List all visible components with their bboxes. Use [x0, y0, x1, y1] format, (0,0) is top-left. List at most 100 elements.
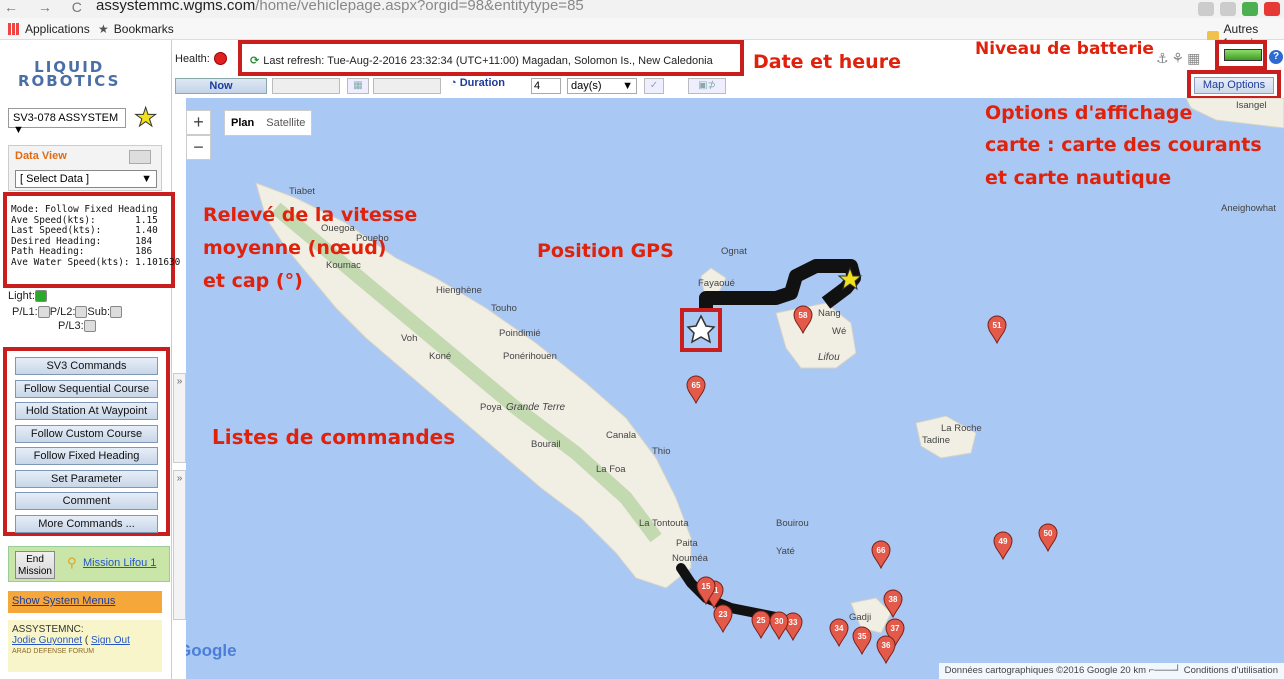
start-date-input[interactable]	[272, 78, 340, 94]
zoom-in-button[interactable]: +	[186, 110, 211, 135]
help-icon[interactable]: ?	[1269, 50, 1283, 64]
place-label: Nang	[818, 308, 841, 319]
now-button[interactable]: Now	[175, 78, 267, 94]
show-system-menus-link[interactable]: Show System Menus	[8, 591, 162, 613]
duration-unit-select[interactable]: day(s) ▼	[567, 78, 637, 94]
light-indicator-icon[interactable]	[34, 290, 47, 303]
waypoint-marker[interactable]: 36	[876, 635, 896, 665]
place-label: Poya	[480, 402, 502, 413]
data-select[interactable]: [ Select Data ] ▼	[15, 170, 157, 188]
marker-label: 34	[835, 624, 844, 633]
place-label: Canala	[606, 430, 637, 441]
url-path: /home/vehiclepage.aspx?orgid=98&entityty…	[255, 0, 584, 14]
vehicle-select-value: SV3-078 ASSYSTEM	[13, 112, 119, 124]
place-label: Hienghène	[436, 285, 482, 296]
bookmark-star-icon[interactable]	[1220, 2, 1236, 16]
map-attribution[interactable]: Données cartographiques ©2016 Google 20 …	[938, 663, 1284, 679]
pl1-indicator-icon[interactable]	[37, 306, 50, 319]
place-label: Voh	[401, 333, 418, 344]
extension-icon[interactable]	[1242, 2, 1258, 16]
follow-sequential-course-button[interactable]: Follow Sequential Course	[15, 380, 158, 398]
apps-grid-icon	[8, 23, 20, 35]
status-last-speed: Last Speed(kts): 1.40	[11, 225, 158, 236]
browser-nav-icons[interactable]: ← → C	[4, 0, 90, 14]
follow-custom-course-button[interactable]: Follow Custom Course	[15, 425, 158, 443]
marker-label: 33	[789, 618, 798, 627]
annotation-date: Date et heure	[753, 51, 901, 73]
sub-indicator-icon[interactable]	[110, 306, 123, 319]
bookmark-bookmarks[interactable]: ★ Bookmarks	[98, 22, 174, 36]
collapse-panel-toggle-2[interactable]: »	[173, 470, 186, 620]
marker-label: 65	[692, 381, 701, 390]
playback-icon[interactable]: ▣⊅	[688, 78, 726, 94]
waypoint-marker[interactable]: 30	[769, 611, 789, 641]
vehicle-status-readout: Mode: Follow Fixed Heading Ave Speed(kts)…	[3, 192, 181, 288]
map-type-plan[interactable]: Plan	[225, 111, 260, 135]
waypoint-marker[interactable]: 51	[987, 315, 1007, 345]
annotation-speed-1: Relevé de la vitesse	[203, 204, 418, 226]
pl2-indicator-icon[interactable]	[75, 306, 88, 319]
marker-label: 66	[877, 546, 886, 555]
status-path-heading: Path Heading: 186	[11, 246, 153, 257]
place-label: Paita	[676, 538, 698, 549]
place-label: Tadine	[922, 435, 950, 446]
mission-link[interactable]: Mission Lifou 1	[83, 557, 156, 569]
collapse-panel-toggle[interactable]: »	[173, 373, 186, 463]
bookmarks-bar: Applications ★ Bookmarks Autres favoris	[0, 18, 1284, 50]
org-label: ASSYSTEMNC:	[12, 624, 84, 635]
duration-input[interactable]: 4	[531, 78, 561, 94]
map-type-satellite[interactable]: Satellite	[260, 111, 311, 135]
end-mission-button[interactable]: End Mission	[15, 551, 55, 579]
toolbar-tool-icons[interactable]: ⚓⚘▦	[1156, 50, 1203, 67]
waypoint-marker[interactable]: 66	[871, 540, 891, 570]
bookmark-applications[interactable]: Applications	[8, 22, 90, 36]
marker-label: 38	[889, 595, 898, 604]
sign-out-link[interactable]: Sign Out	[91, 635, 130, 646]
map-options-button[interactable]: Map Options	[1194, 77, 1274, 94]
favorite-star-icon[interactable]: ★	[133, 102, 157, 133]
waypoint-marker[interactable]: 50	[1038, 523, 1058, 553]
health-label: Health:	[175, 53, 210, 65]
last-refresh-box: ⟳ Last refresh: Tue-Aug-2-2016 23:32:34 (…	[238, 40, 744, 76]
set-parameter-button[interactable]: Set Parameter	[15, 470, 158, 488]
comment-button[interactable]: Comment	[15, 492, 158, 510]
end-date-input[interactable]	[373, 78, 441, 94]
bookmark-label: Bookmarks	[113, 22, 174, 36]
follow-fixed-heading-button[interactable]: Follow Fixed Heading	[15, 447, 158, 465]
waypoint-marker[interactable]: 65	[686, 375, 706, 405]
apply-check-icon[interactable]: ✓	[644, 78, 664, 94]
place-label: Koumac	[326, 260, 361, 271]
hold-station-button[interactable]: Hold Station At Waypoint	[15, 402, 158, 420]
status-water-speed: Ave Water Speed(kts): 1.101630	[11, 256, 181, 268]
pl3-indicator-icon[interactable]	[83, 320, 96, 333]
place-label: Gadji	[849, 612, 872, 623]
logo-line2: ROBOTICS	[18, 72, 121, 90]
duration-label: ◔ Duration	[450, 77, 505, 89]
calendar-icon[interactable]: ▦	[347, 78, 369, 94]
annotation-map-options-1: Options d'affichage	[985, 102, 1193, 124]
waypoint-marker[interactable]: 23	[713, 604, 733, 634]
more-commands-button[interactable]: More Commands ...	[15, 515, 158, 533]
place-label: Ognat	[721, 246, 747, 257]
vehicle-select[interactable]: SV3-078 ASSYSTEM ▼	[8, 108, 126, 136]
watermark: ARAD DEFENSE FORUM	[12, 648, 95, 655]
waypoint-marker[interactable]: 25	[751, 610, 771, 640]
extension-icon[interactable]	[1198, 2, 1214, 16]
place-label: Yaté	[776, 546, 795, 557]
light-label: Light:	[8, 290, 35, 302]
command-list: SV3 Commands Follow Sequential Course Ho…	[3, 347, 170, 536]
sv3-commands-button[interactable]: SV3 Commands	[15, 357, 158, 375]
waypoint-marker[interactable]: 34	[829, 618, 849, 648]
data-view-panel: Data View [ Select Data ] ▼	[8, 145, 162, 191]
refresh-icon[interactable]: ⟳	[250, 55, 259, 67]
zoom-out-button[interactable]: −	[186, 135, 211, 160]
data-view-toggle-icon[interactable]	[129, 150, 151, 164]
address-bar[interactable]: assystemmc.wgms.com/home/vehiclepage.asp…	[96, 0, 584, 14]
annotation-map-options-3: et carte nautique	[985, 167, 1172, 189]
waypoint-marker[interactable]: 49	[993, 531, 1013, 561]
waypoint-marker[interactable]: 35	[852, 626, 872, 656]
extension-icon[interactable]	[1264, 2, 1280, 16]
browser-extensions	[1198, 0, 1284, 18]
user-name-link[interactable]: Jodie Guyonnet	[12, 635, 82, 646]
place-label: Bourail	[531, 439, 561, 450]
